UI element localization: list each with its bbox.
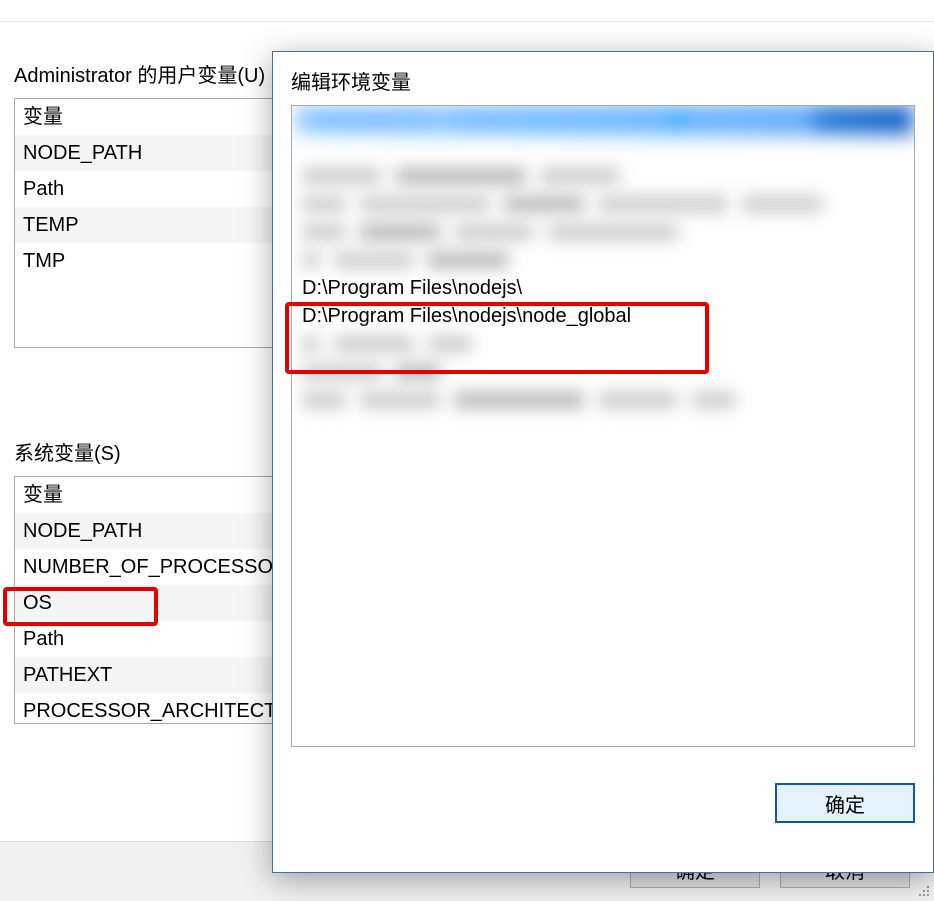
path-entry-redacted[interactable]	[292, 190, 914, 218]
dialog-button-bar: 确定	[273, 765, 933, 823]
edit-environment-variable-window: 编辑环境变量 D:\Program Files\nodejs\ D:\Progr…	[272, 51, 934, 873]
list-item[interactable]: TEMP	[15, 207, 273, 243]
path-entry-redacted[interactable]	[292, 386, 914, 414]
titlebar	[0, 0, 934, 22]
path-entry-redacted[interactable]	[292, 162, 914, 190]
path-entry-redacted[interactable]	[292, 134, 914, 162]
path-entry[interactable]: D:\Program Files\nodejs\node_global	[292, 302, 914, 330]
path-entry-redacted[interactable]	[292, 246, 914, 274]
list-item[interactable]: Path	[15, 171, 273, 207]
path-entry[interactable]: D:\Program Files\nodejs\	[292, 274, 914, 302]
list-item[interactable]: NUMBER_OF_PROCESSORS	[15, 549, 273, 585]
list-item[interactable]: NODE_PATH	[15, 513, 273, 549]
path-entry-redacted-selected[interactable]	[292, 106, 914, 134]
resize-grip-icon[interactable]	[917, 884, 931, 898]
list-column-header[interactable]: 变量	[15, 99, 273, 135]
path-entry-redacted[interactable]	[292, 330, 914, 358]
list-item-path[interactable]: Path	[15, 621, 273, 657]
list-item[interactable]: NODE_PATH	[15, 135, 273, 171]
path-entry-redacted[interactable]	[292, 358, 914, 386]
list-column-header[interactable]: 变量	[15, 477, 273, 513]
list-item[interactable]: PATHEXT	[15, 657, 273, 693]
list-item[interactable]: PROCESSOR_ARCHITECTURE	[15, 693, 273, 724]
list-item[interactable]: TMP	[15, 243, 273, 279]
system-variables-list[interactable]: 变量 NODE_PATH NUMBER_OF_PROCESSORS OS Pat…	[14, 476, 274, 724]
user-variables-list[interactable]: 变量 NODE_PATH Path TEMP TMP	[14, 98, 274, 348]
list-item[interactable]: OS	[15, 585, 273, 621]
dialog-title: 编辑环境变量	[273, 52, 933, 105]
dialog-body: D:\Program Files\nodejs\ D:\Program File…	[273, 105, 933, 765]
path-entries-list[interactable]: D:\Program Files\nodejs\ D:\Program File…	[291, 105, 915, 747]
path-entry-redacted[interactable]	[292, 218, 914, 246]
ok-button[interactable]: 确定	[775, 783, 915, 823]
